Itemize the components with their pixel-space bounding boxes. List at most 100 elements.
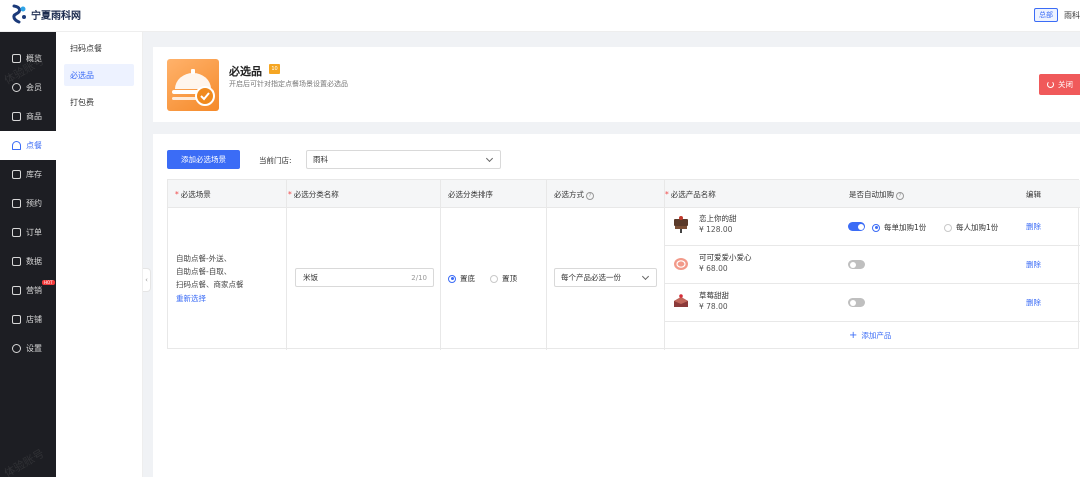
column-divider [440, 180, 441, 350]
product-image [671, 292, 691, 310]
close-label: 关闭 [1058, 80, 1073, 89]
top-bar: 宁夏雨科网 总部 雨科 [0, 0, 1080, 32]
header-edit: 编辑 [1026, 190, 1041, 199]
chevron-down-icon [485, 154, 494, 163]
order-food-icon [12, 141, 21, 150]
auto-add-toggle[interactable] [848, 222, 865, 231]
feature-header-card: 必选品 10 开启后可针对指定点餐场景设置必选品 关闭 [153, 47, 1080, 122]
per-order-radio[interactable]: 每单加购1份 [872, 222, 926, 233]
product-image [671, 254, 691, 272]
sidebar-item-label: 商品 [26, 112, 42, 121]
help-icon[interactable]: ? [896, 192, 904, 200]
header-category-sort: 必选分类排序 [448, 190, 493, 199]
per-person-radio[interactable]: 每人加购1份 [944, 222, 998, 233]
hot-badge: HOT [42, 280, 55, 285]
product-price: ¥ 128.00 [699, 225, 733, 234]
header-scene: * 必选场景 [175, 190, 211, 199]
sidebar-item-label: 库存 [26, 170, 42, 179]
row-divider [664, 245, 1080, 246]
radio-checked-icon [872, 223, 880, 232]
chevron-left-icon: ‹ [145, 276, 148, 284]
sidebar-item-label: 预约 [26, 199, 42, 208]
header-category-name: * 必选分类名称 [288, 190, 339, 199]
product-image [671, 215, 691, 233]
sidebar-item-label: 数据 [26, 257, 42, 266]
row-divider [664, 321, 1080, 322]
scene-item: 自助点餐-自取、 [176, 267, 232, 276]
store-select-value: 雨科 [313, 155, 328, 164]
chevron-down-icon [641, 272, 650, 281]
add-product-label: 添加产品 [861, 331, 892, 340]
page-description: 开启后可针对指定点餐场景设置必选品 [229, 80, 348, 88]
sidebar-item-label: 概览 [26, 54, 42, 63]
radio-label: 置顶 [502, 274, 517, 283]
add-product-button[interactable]: + 添加产品 [849, 330, 891, 341]
sidebar-item-label: 店铺 [26, 315, 42, 324]
sidebar-item-settings[interactable]: 设置 [0, 334, 56, 363]
subnav-item-packing-fee[interactable]: 打包费 [64, 91, 134, 113]
shop-icon [12, 315, 21, 324]
category-name-input[interactable]: 米饭 2/10 [295, 268, 434, 287]
radio-checked-icon [448, 274, 456, 283]
product-item: 可可爱爱小爱心 ¥ 68.00 [671, 252, 752, 274]
category-name-value: 米饭 [303, 273, 318, 282]
brand-name: 宁夏雨科网 [31, 10, 81, 22]
sidebar-item-shop[interactable]: 店铺 [0, 305, 56, 334]
sidebar-item-member[interactable]: 会员 [0, 73, 56, 102]
sidebar-item-label: 点餐 [26, 141, 42, 150]
product-price: ¥ 78.00 [699, 302, 728, 311]
data-icon [12, 257, 21, 266]
row-divider [664, 283, 1080, 284]
brand-logo[interactable]: 宁夏雨科网 [10, 4, 81, 24]
column-divider [664, 180, 665, 350]
radio-label: 每单加购1份 [884, 223, 927, 232]
collapse-subnav-button[interactable]: ‹ [143, 268, 151, 292]
marketing-icon [12, 286, 21, 295]
delete-link[interactable]: 删除 [1026, 297, 1041, 308]
reselect-link[interactable]: 重新选择 [176, 293, 206, 304]
help-icon[interactable]: ? [586, 192, 594, 200]
sidebar-item-reservation[interactable]: 预约 [0, 189, 56, 218]
page-title: 必选品 [229, 65, 262, 78]
scene-list: 自助点餐-外送、 自助点餐-自取、 扫码点餐、商家点餐 [176, 252, 244, 291]
auto-add-toggle[interactable] [848, 260, 865, 269]
sidebar-item-inventory[interactable]: 库存 [0, 160, 56, 189]
radio-label: 置底 [460, 274, 475, 283]
column-divider [286, 180, 287, 350]
plus-icon: + [849, 329, 858, 341]
product-item: 恋上你的甜 ¥ 128.00 [671, 213, 737, 235]
subnav-item-required-items[interactable]: 必选品 [64, 64, 134, 86]
sidebar-item-overview[interactable]: 概览 [0, 44, 56, 73]
close-feature-button[interactable]: 关闭 [1039, 74, 1080, 95]
subnav-item-scan-order[interactable]: 扫码点餐 [64, 37, 134, 59]
store-select[interactable]: 雨科 [306, 150, 501, 169]
goods-icon [12, 112, 21, 121]
delete-link[interactable]: 删除 [1026, 221, 1041, 232]
sidebar-item-orders[interactable]: 订单 [0, 218, 56, 247]
sidebar-item-data[interactable]: 数据 [0, 247, 56, 276]
product-price: ¥ 68.00 [699, 264, 728, 273]
sidebar-item-label: 会员 [26, 83, 42, 92]
add-scene-button[interactable]: 添加必选场景 [167, 150, 240, 169]
sort-top-radio[interactable]: 置顶 [490, 273, 517, 284]
hq-badge: 总部 [1034, 8, 1058, 22]
column-divider [546, 180, 547, 350]
sidebar-item-label: 营销 [26, 286, 42, 295]
header-product-name: * 必选产品名称 [665, 190, 716, 199]
sidebar-item-order-food[interactable]: 点餐 [0, 131, 56, 160]
auto-add-toggle[interactable] [848, 298, 865, 307]
sort-bottom-radio[interactable]: 置底 [448, 273, 475, 284]
sidebar-item-goods[interactable]: 商品 [0, 102, 56, 131]
method-select-value: 每个产品必选一份 [561, 273, 621, 282]
radio-unchecked-icon [490, 274, 498, 283]
sidebar-item-marketing[interactable]: 营销 HOT [0, 276, 56, 305]
radio-label: 每人加购1份 [956, 223, 999, 232]
account-area: 总部 雨科 [1034, 8, 1080, 22]
delete-link[interactable]: 删除 [1026, 259, 1041, 270]
current-store-name[interactable]: 雨科 [1064, 10, 1080, 21]
settings-icon [12, 344, 21, 353]
table-header: * 必选场景 * 必选分类名称 必选分类排序 必选方式? * 必选产品名称 是否自动加… [168, 180, 1080, 208]
main-sidebar: 概览 会员 商品 点餐 库存 预约 订单 数据 营销 HOT 店铺 设置 [0, 32, 56, 477]
method-select[interactable]: 每个产品必选一份 [554, 268, 657, 287]
header-method: 必选方式? [554, 189, 594, 200]
